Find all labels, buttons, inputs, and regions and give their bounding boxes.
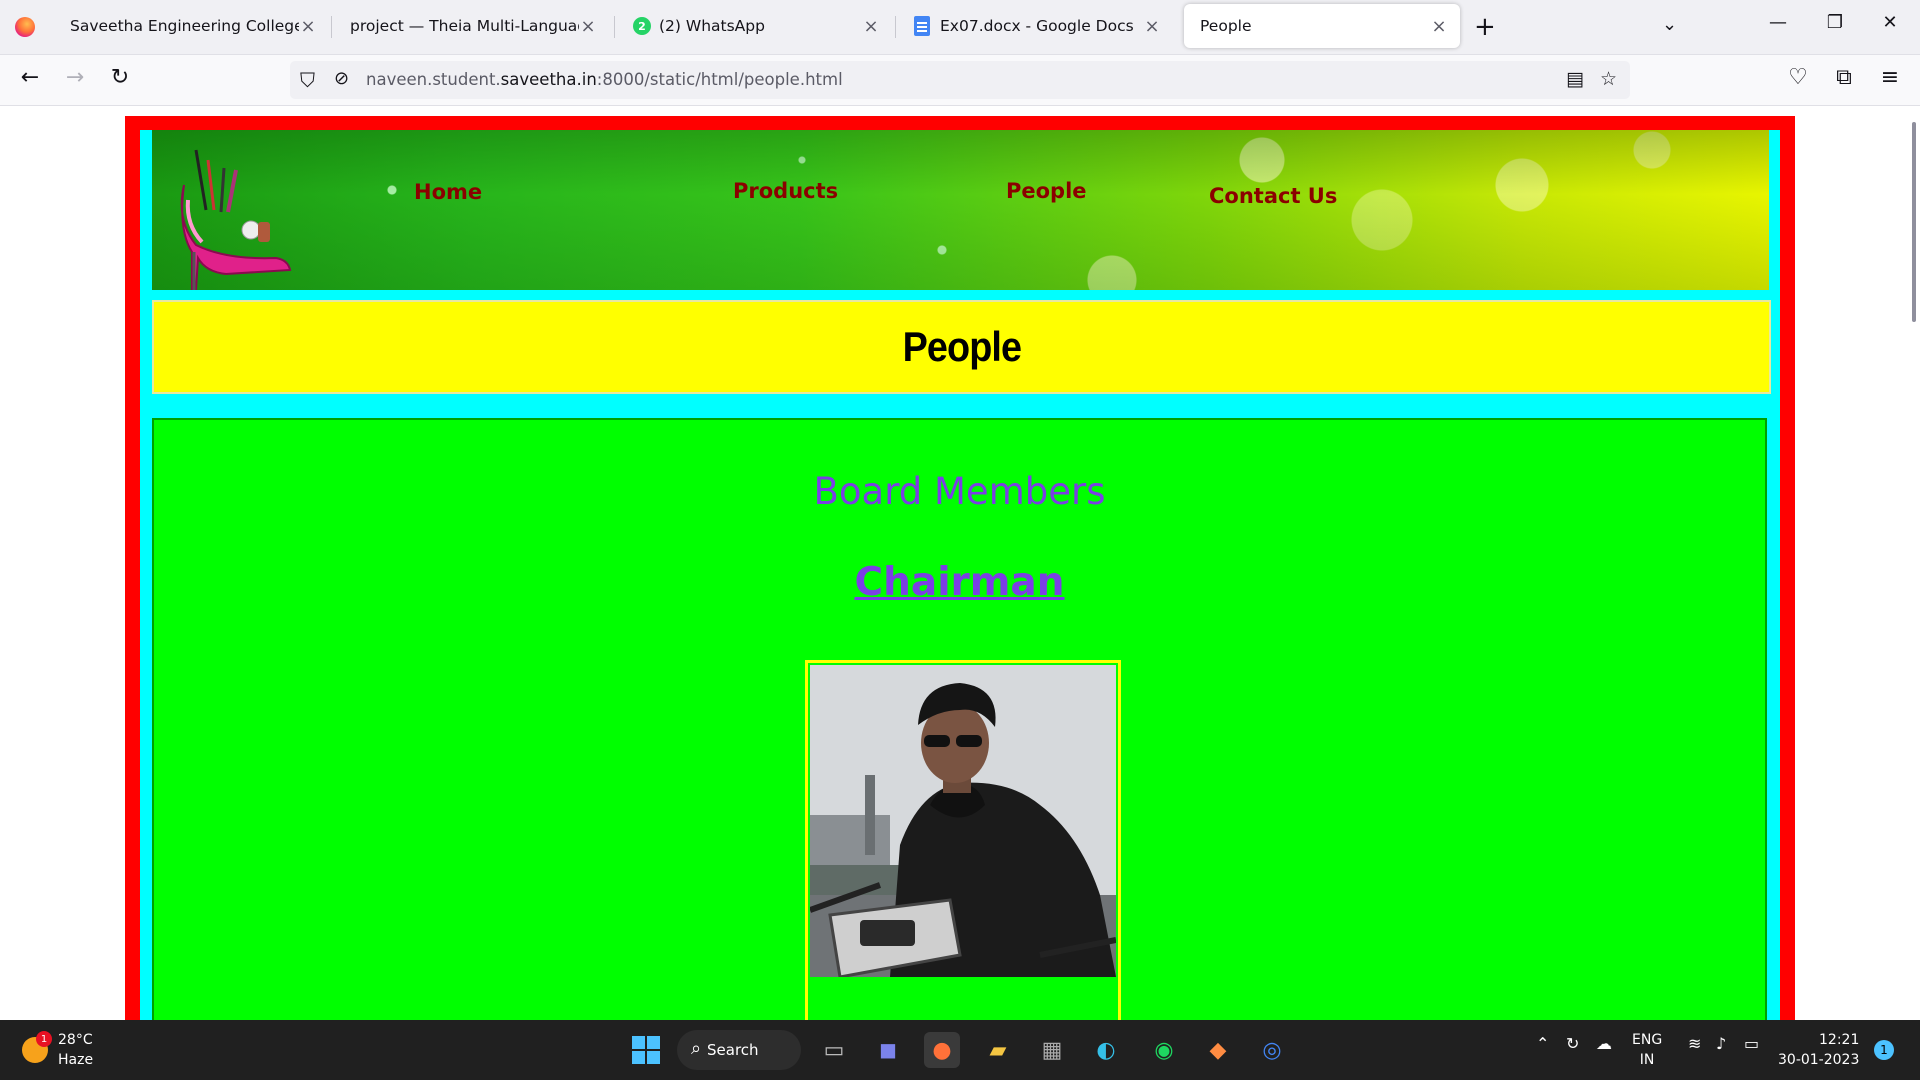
tab-title: (2) WhatsApp xyxy=(659,17,765,35)
chairman-photo xyxy=(810,665,1116,977)
language-indicator[interactable]: ENG IN xyxy=(1632,1030,1662,1070)
notification-badge[interactable]: 1 xyxy=(1874,1040,1894,1060)
tab-separator xyxy=(614,16,615,38)
battery-icon[interactable]: ▭ xyxy=(1744,1034,1759,1053)
tab-title: project — Theia Multi-Language Ex xyxy=(350,17,579,35)
app-menu-icon[interactable]: ≡ xyxy=(1874,65,1906,90)
sublime-icon[interactable]: ◆ xyxy=(1200,1032,1236,1068)
close-window-icon[interactable]: ✕ xyxy=(1870,12,1910,33)
tab-people[interactable]: People × xyxy=(1184,4,1460,48)
tab-saveetha[interactable]: Saveetha Engineering College × xyxy=(54,4,329,48)
tab-google-docs[interactable]: Ex07.docx - Google Docs × xyxy=(898,4,1173,48)
weather-temp: 28°C xyxy=(58,1032,93,1048)
nav-link-people[interactable]: People xyxy=(1006,179,1087,203)
inner-frame: Home Products People Contact Us People B… xyxy=(140,130,1780,1020)
chrome-icon[interactable]: ◎ xyxy=(1254,1032,1290,1068)
page-title-box: People xyxy=(152,300,1771,394)
clock-time: 12:21 xyxy=(1819,1032,1860,1048)
reader-view-icon[interactable]: ▤ xyxy=(1566,68,1584,90)
onedrive-icon[interactable]: ☁ xyxy=(1596,1034,1612,1053)
list-all-tabs-icon[interactable]: ⌄ xyxy=(1662,14,1677,35)
nav-link-home[interactable]: Home xyxy=(414,180,482,204)
weather-widget[interactable]: 1 28°C Haze xyxy=(22,1030,93,1070)
google-docs-icon xyxy=(914,16,930,36)
outer-frame: Home Products People Contact Us People B… xyxy=(125,116,1795,1020)
navigation-toolbar: ← → ↻ ⛉ ⊘ naveen.student.saveetha.in:800… xyxy=(0,55,1920,106)
volume-icon[interactable]: ♪ xyxy=(1716,1034,1726,1053)
tab-title: Ex07.docx - Google Docs xyxy=(940,17,1134,35)
network-app-icon[interactable]: ▦ xyxy=(1034,1032,1070,1068)
tab-title: People xyxy=(1200,17,1252,35)
teams-chat-icon[interactable]: ◼ xyxy=(870,1032,906,1068)
search-icon: ⌕ xyxy=(691,1038,702,1059)
minimize-icon[interactable]: — xyxy=(1758,12,1798,33)
windows-icon xyxy=(632,1036,660,1064)
nav-link-contact[interactable]: Contact Us xyxy=(1209,184,1337,208)
bookmark-star-icon[interactable]: ☆ xyxy=(1600,68,1617,90)
tab-whatsapp[interactable]: 2 (2) WhatsApp × xyxy=(617,4,892,48)
close-icon[interactable]: × xyxy=(299,16,317,37)
windows-taskbar: 1 28°C Haze ⌕ Search ▭ ◼ ● ▰ ▦ ◐ ◉ ◆ ◎ ⌃… xyxy=(0,1020,1920,1080)
tab-title: Saveetha Engineering College xyxy=(70,17,299,35)
spotify-icon[interactable]: ◉ xyxy=(1146,1032,1182,1068)
file-explorer-icon[interactable]: ▰ xyxy=(980,1032,1016,1068)
scrollbar-thumb[interactable] xyxy=(1912,122,1916,322)
forward-icon[interactable]: → xyxy=(59,65,91,90)
close-icon[interactable]: × xyxy=(579,16,597,37)
pocket-icon[interactable]: ♡ xyxy=(1782,65,1814,90)
tab-theia-project[interactable]: project — Theia Multi-Language Ex × xyxy=(334,4,609,48)
weather-sun-icon: 1 xyxy=(22,1031,52,1063)
header-banner: Home Products People Contact Us xyxy=(152,130,1769,290)
weather-text: 28°C Haze xyxy=(58,1030,93,1070)
tab-separator xyxy=(895,16,896,38)
close-icon[interactable]: × xyxy=(1430,16,1448,37)
firefox-icon xyxy=(15,17,35,37)
close-icon[interactable]: × xyxy=(1143,16,1161,37)
insecure-connection-icon[interactable]: ⊘ xyxy=(334,68,349,89)
clock-date: 30-01-2023 xyxy=(1778,1052,1860,1068)
system-clock[interactable]: 12:21 30-01-2023 xyxy=(1778,1030,1859,1070)
nav-link-products[interactable]: Products xyxy=(733,179,838,203)
weather-badge: 1 xyxy=(36,1031,52,1047)
address-bar[interactable]: ⛉ ⊘ naveen.student.saveetha.in:8000/stat… xyxy=(290,61,1630,99)
tab-strip: Saveetha Engineering College × project —… xyxy=(0,0,1920,55)
edge-icon[interactable]: ◐ xyxy=(1088,1032,1124,1068)
tracking-protection-icon[interactable]: ⛉ xyxy=(300,68,315,92)
task-view-icon[interactable]: ▭ xyxy=(816,1032,852,1068)
role-heading[interactable]: Chairman xyxy=(154,560,1765,605)
url-text[interactable]: naveen.student.saveetha.in:8000/static/h… xyxy=(366,70,843,89)
wifi-icon[interactable]: ≋ xyxy=(1688,1034,1701,1053)
new-tab-icon[interactable]: + xyxy=(1474,12,1496,42)
back-icon[interactable]: ← xyxy=(14,65,46,90)
section-heading: Board Members xyxy=(813,470,1106,513)
firefox-taskbar-icon[interactable]: ● xyxy=(924,1032,960,1068)
firefox-menu-button[interactable] xyxy=(12,14,38,40)
start-button[interactable] xyxy=(628,1032,664,1068)
extensions-icon[interactable]: ⧉ xyxy=(1828,65,1860,90)
whatsapp-icon: 2 xyxy=(633,17,651,35)
search-label: Search xyxy=(707,1041,759,1059)
restore-icon[interactable]: ❐ xyxy=(1815,12,1855,33)
reload-icon[interactable]: ↻ xyxy=(104,65,136,90)
show-hidden-icons[interactable]: ⌃ xyxy=(1536,1034,1549,1053)
weather-condition: Haze xyxy=(58,1052,94,1068)
chairman-photo-card xyxy=(805,660,1121,1020)
page-title: People xyxy=(902,323,1021,370)
content-box: Board Members Chairman xyxy=(152,418,1767,1020)
sync-icon[interactable]: ↻ xyxy=(1566,1034,1579,1053)
close-icon[interactable]: × xyxy=(862,16,880,37)
person-on-motorbike-image xyxy=(810,665,1116,977)
page-viewport: Home Products People Contact Us People B… xyxy=(0,106,1920,1020)
taskbar-search[interactable]: ⌕ Search xyxy=(677,1030,801,1070)
high-heel-logo xyxy=(180,149,292,290)
tab-separator xyxy=(331,16,332,38)
